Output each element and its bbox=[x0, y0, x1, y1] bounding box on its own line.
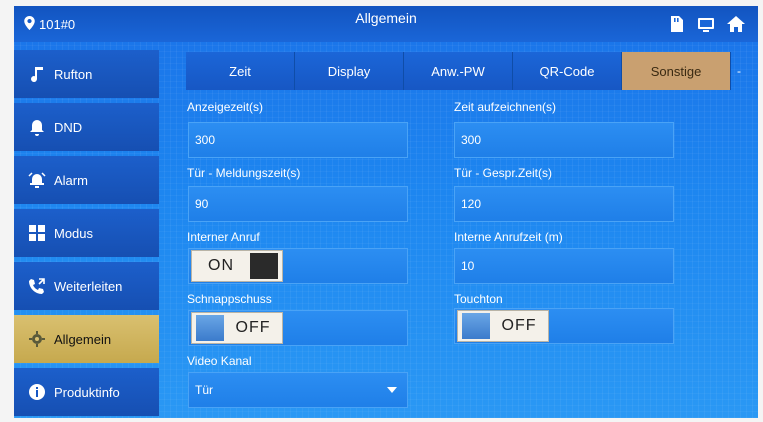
sidebar-item-alarm[interactable]: Alarm bbox=[14, 156, 159, 204]
zeit-aufzeichnen-label: Zeit aufzeichnen(s) bbox=[454, 100, 557, 114]
sidebar-item-allgemein[interactable]: Allgemein bbox=[14, 315, 159, 363]
music-note-icon bbox=[28, 65, 46, 83]
home-icon[interactable] bbox=[726, 14, 746, 39]
page-title: Allgemein bbox=[355, 10, 417, 26]
interne-anrufzeit-label: Interne Anrufzeit (m) bbox=[454, 230, 563, 244]
sidebar-item-label: DND bbox=[54, 119, 83, 135]
schnappschuss-label: Schnappschuss bbox=[187, 292, 272, 306]
sd-card-icon[interactable] bbox=[666, 14, 686, 39]
tuer-meldungszeit-field[interactable]: 90 bbox=[188, 186, 408, 222]
tuer-meldungszeit-label: Tür - Meldungszeit(s) bbox=[187, 166, 301, 180]
sidebar-item-label: Modus bbox=[54, 225, 94, 241]
sidebar-item-produktinfo[interactable]: Produktinfo bbox=[14, 368, 159, 416]
sidebar-item-label: Weiterleiten bbox=[54, 278, 123, 294]
alarm-icon bbox=[28, 171, 46, 189]
bell-icon bbox=[28, 118, 46, 136]
sidebar-item-label: Rufton bbox=[54, 66, 93, 82]
sidebar-item-label: Allgemein bbox=[54, 331, 112, 347]
video-kanal-select[interactable]: Tür bbox=[188, 372, 408, 408]
anzeigezeit-field[interactable]: 300 bbox=[188, 122, 408, 158]
zeit-aufzeichnen-field[interactable]: 300 bbox=[454, 122, 674, 158]
tuer-gespr-zeit-field[interactable]: 120 bbox=[454, 186, 674, 222]
toggle-knob bbox=[196, 315, 224, 341]
top-bar: 101#0 Allgemein bbox=[14, 6, 758, 42]
interner-anruf-toggle[interactable]: ON bbox=[191, 250, 283, 282]
tab-anw-pw[interactable]: Anw.-PW bbox=[404, 52, 513, 90]
tab-zeit[interactable]: Zeit bbox=[186, 52, 295, 90]
toggle-knob bbox=[250, 253, 278, 279]
toggle-knob bbox=[462, 313, 490, 339]
tuer-gespr-zeit-label: Tür - Gespr.Zeit(s) bbox=[454, 166, 553, 180]
sidebar-item-label: Produktinfo bbox=[54, 384, 120, 400]
info-icon bbox=[28, 383, 46, 401]
toggle-state: OFF bbox=[501, 317, 537, 334]
tab-sonstige[interactable]: Sonstige bbox=[622, 52, 731, 90]
tab-qr-code[interactable]: QR-Code bbox=[513, 52, 622, 90]
schnappschuss-toggle[interactable]: OFF bbox=[191, 312, 283, 344]
sidebar-item-dnd[interactable]: DND bbox=[14, 103, 159, 151]
video-kanal-label: Video Kanal bbox=[187, 354, 252, 368]
anzeigezeit-label: Anzeigezeit(s) bbox=[187, 100, 264, 114]
intercom-screen: 101#0 Allgemein Rufton DND Alarm Modus W… bbox=[14, 6, 758, 418]
touchton-toggle[interactable]: OFF bbox=[457, 310, 549, 342]
sidebar: Rufton DND Alarm Modus Weiterleiten Allg… bbox=[14, 50, 159, 418]
monitor-icon[interactable] bbox=[696, 14, 716, 39]
sidebar-item-rufton[interactable]: Rufton bbox=[14, 50, 159, 98]
tab-bar: Zeit Display Anw.-PW QR-Code Sonstige - bbox=[186, 52, 746, 90]
video-kanal-value: Tür bbox=[195, 383, 213, 397]
sidebar-item-weiterleiten[interactable]: Weiterleiten bbox=[14, 262, 159, 310]
sidebar-item-modus[interactable]: Modus bbox=[14, 209, 159, 257]
gear-icon bbox=[28, 330, 46, 348]
interner-anruf-label: Interner Anruf bbox=[187, 230, 260, 244]
sidebar-item-label: Alarm bbox=[54, 172, 88, 188]
toggle-state: OFF bbox=[235, 319, 271, 336]
chevron-down-icon bbox=[387, 387, 397, 393]
grid-icon bbox=[28, 224, 46, 242]
tab-display[interactable]: Display bbox=[295, 52, 404, 90]
tab-scroll-indicator: - bbox=[737, 64, 741, 78]
touchton-label: Touchton bbox=[454, 292, 503, 306]
phone-forward-icon bbox=[28, 277, 46, 295]
interne-anrufzeit-field[interactable]: 10 bbox=[454, 248, 674, 284]
toggle-state: ON bbox=[208, 257, 234, 274]
